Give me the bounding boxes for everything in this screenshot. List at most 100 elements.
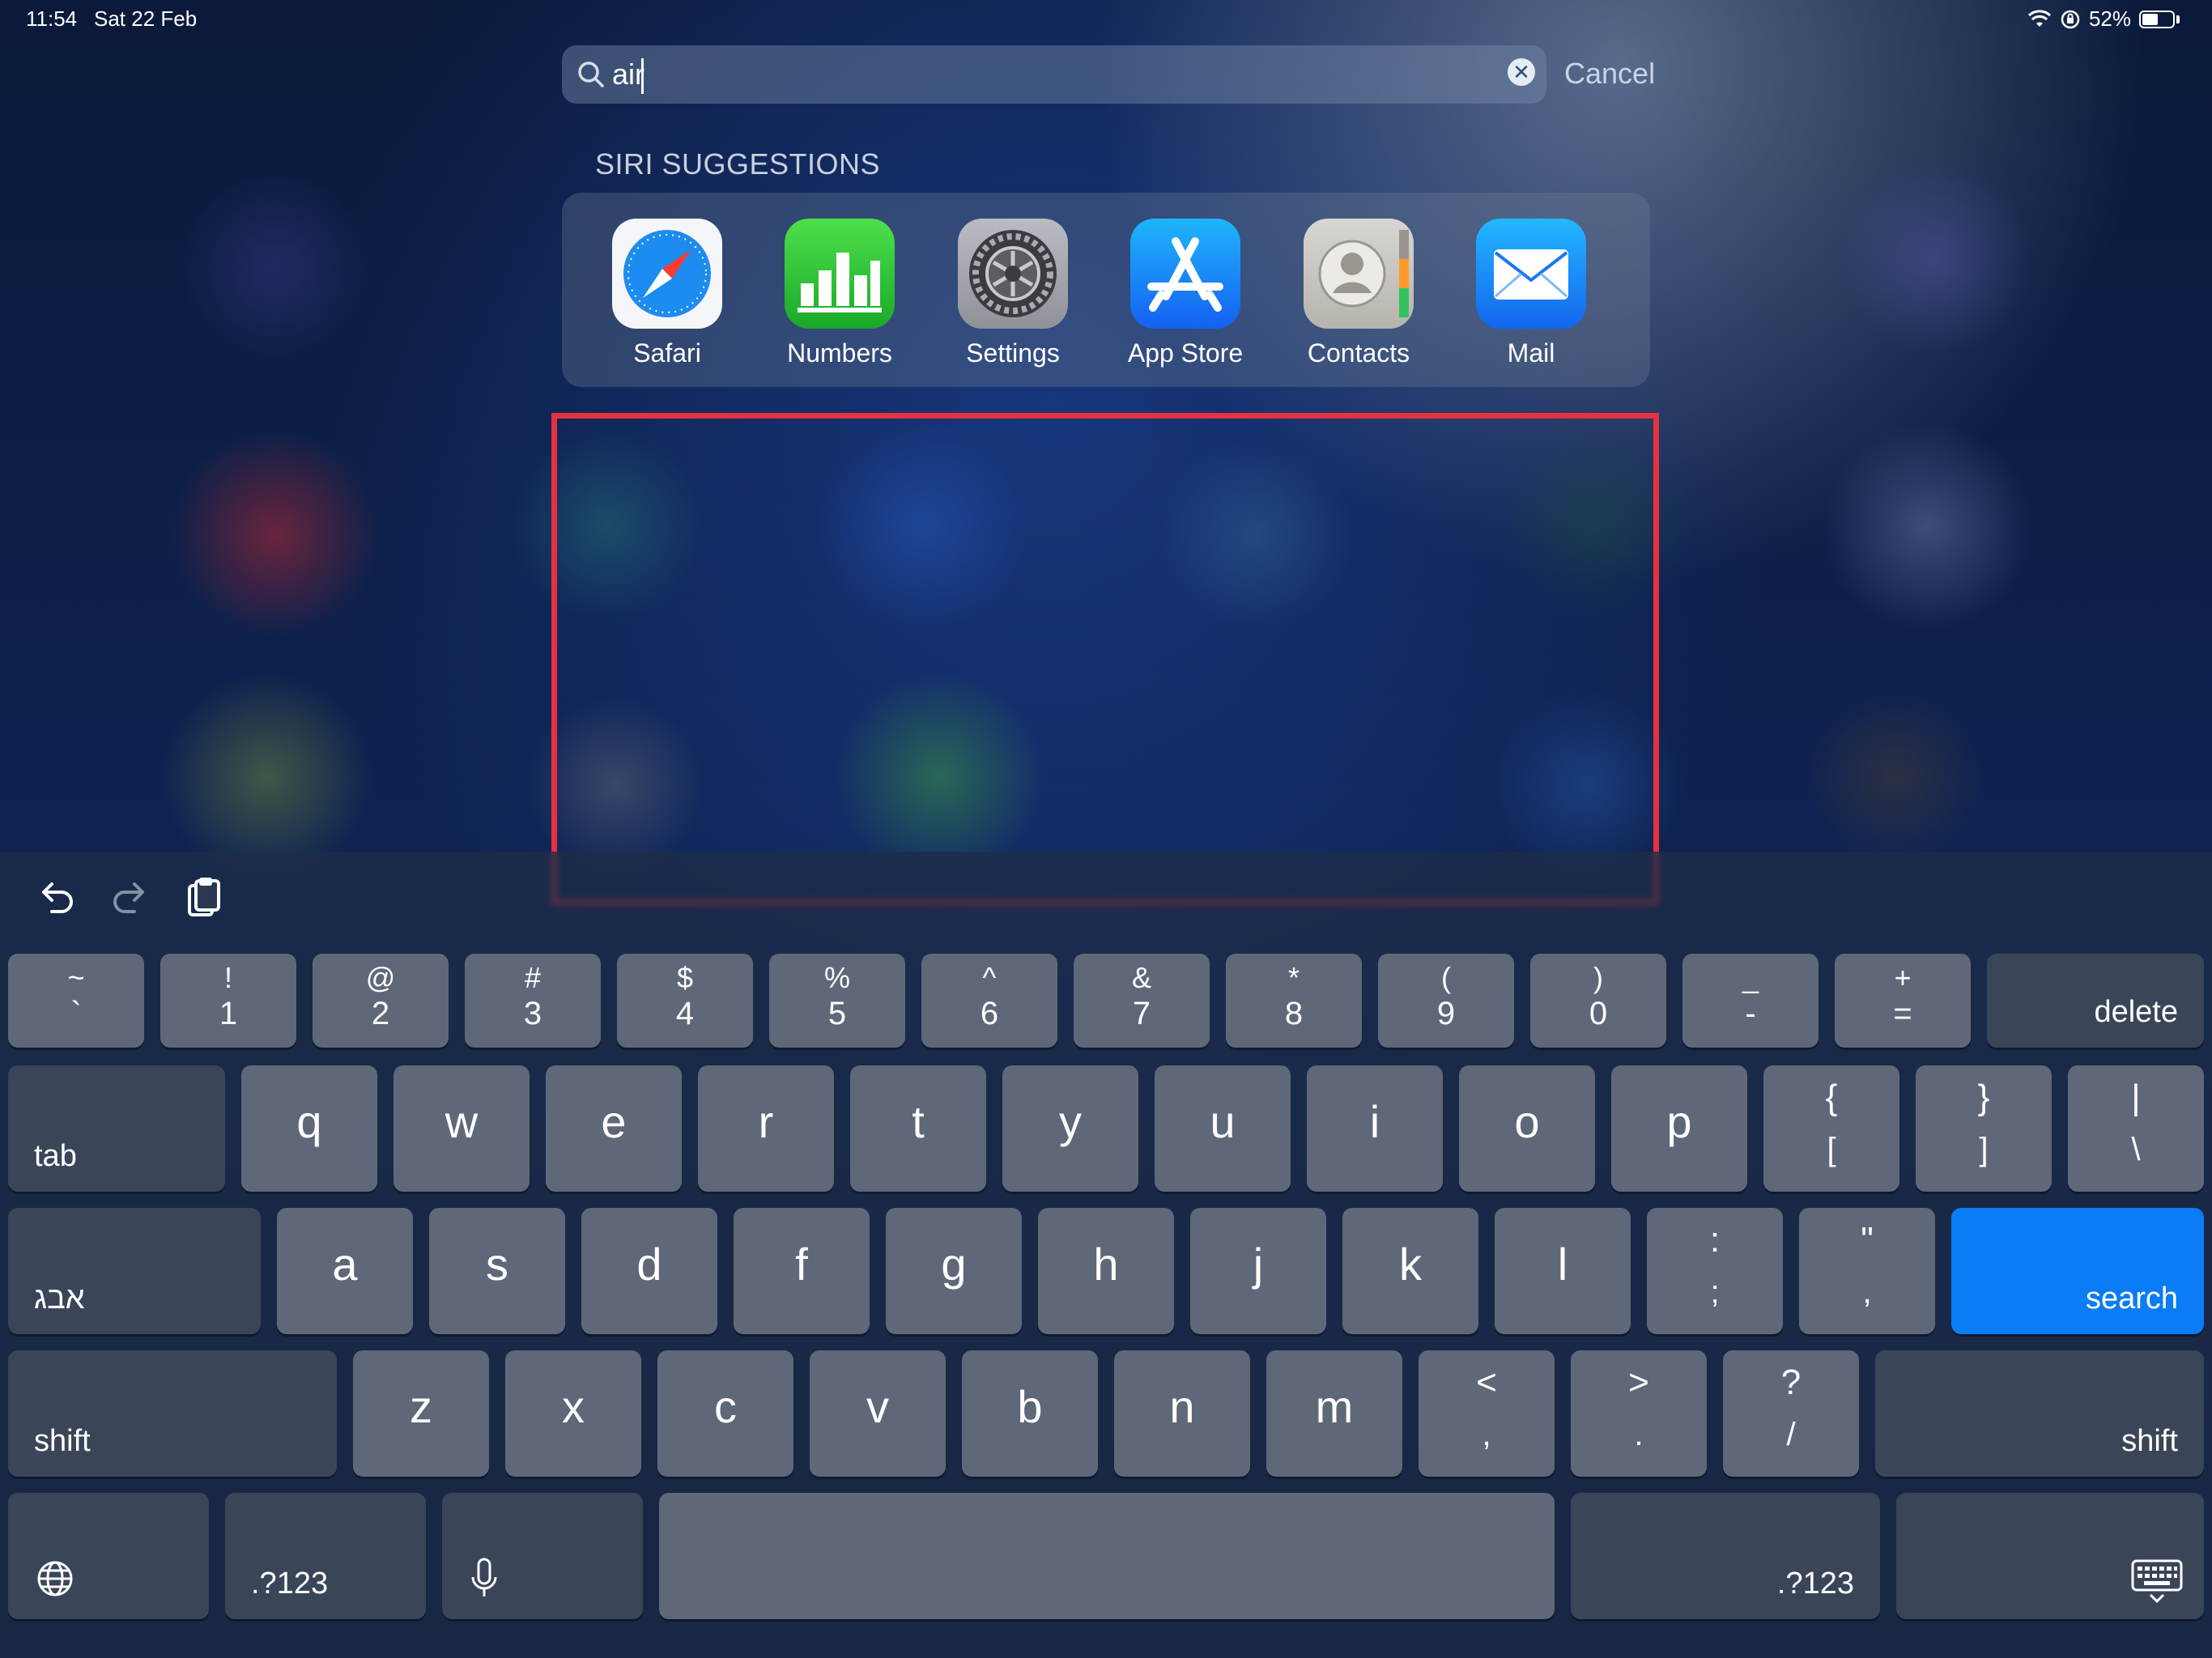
cancel-button[interactable]: Cancel xyxy=(1564,57,1655,91)
dismiss-keyboard-key[interactable] xyxy=(1896,1493,2204,1619)
key-q[interactable]: q xyxy=(241,1065,377,1192)
key-a[interactable]: a xyxy=(277,1208,413,1334)
key-t[interactable]: t xyxy=(850,1065,986,1192)
key-c[interactable]: c xyxy=(657,1350,793,1477)
key-char: h xyxy=(1093,1239,1119,1290)
app-safari[interactable]: Safari xyxy=(586,219,748,368)
key-4[interactable]: $4 xyxy=(617,954,753,1048)
status-time: 11:54 xyxy=(26,6,78,31)
numbers-key-right[interactable]: .?123 xyxy=(1571,1493,1880,1619)
search-key-label: search xyxy=(2085,1282,2178,1316)
search-icon xyxy=(578,62,604,87)
app-mail[interactable]: Mail xyxy=(1450,219,1612,368)
left-shift-key[interactable]: shift xyxy=(8,1350,337,1477)
key-comma[interactable]: <, xyxy=(1419,1350,1555,1477)
wifi-icon xyxy=(2027,9,2051,27)
key-bottom-char: 0 xyxy=(1589,996,1608,1031)
key-5[interactable]: % 5 xyxy=(769,954,905,1048)
key-6[interactable]: ^ 6 xyxy=(921,954,1057,1048)
key-n[interactable]: n xyxy=(1114,1350,1250,1477)
undo-icon[interactable] xyxy=(34,874,79,920)
key-right-bracket[interactable]: }] xyxy=(1916,1065,2052,1192)
search-key[interactable]: search xyxy=(1951,1208,2204,1334)
app-label-mail: Mail xyxy=(1507,338,1555,368)
key-top-char: ( xyxy=(1441,961,1451,994)
key-b[interactable]: b xyxy=(962,1350,1098,1477)
numbers-key-left[interactable]: .?123 xyxy=(225,1493,426,1619)
app-app-store[interactable]: App Store xyxy=(1104,219,1266,368)
key-8[interactable]: * 8 xyxy=(1226,954,1362,1048)
app-settings[interactable]: Settings xyxy=(932,219,1094,368)
key-tilde[interactable]: ~ ` xyxy=(8,954,144,1048)
key-bottom-char: . xyxy=(1634,1417,1644,1452)
tab-key[interactable]: tab xyxy=(8,1065,225,1192)
key-top-char: : xyxy=(1709,1220,1721,1260)
key-p[interactable]: p xyxy=(1611,1065,1747,1192)
key-d[interactable]: d xyxy=(581,1208,717,1334)
clear-search-button[interactable]: ✕ xyxy=(1508,58,1535,86)
key-x[interactable]: x xyxy=(505,1350,641,1477)
key-char: p xyxy=(1666,1096,1692,1147)
key-w[interactable]: w xyxy=(393,1065,530,1192)
key-bottom-char: 6 xyxy=(980,996,999,1031)
key-minus[interactable]: _ - xyxy=(1682,954,1819,1048)
search-input[interactable] xyxy=(612,52,1422,97)
key-i[interactable]: i xyxy=(1307,1065,1443,1192)
key-0[interactable]: ) 0 xyxy=(1530,954,1666,1048)
key-o[interactable]: o xyxy=(1459,1065,1595,1192)
key-g[interactable]: g xyxy=(886,1208,1022,1334)
key-bottom-char: / xyxy=(1786,1417,1796,1452)
app-numbers[interactable]: Numbers xyxy=(759,219,921,368)
key-top-char: + xyxy=(1894,961,1912,994)
key-e[interactable]: e xyxy=(546,1065,682,1192)
safari-icon xyxy=(612,219,722,329)
key-u[interactable]: u xyxy=(1155,1065,1291,1192)
key-quote[interactable]: ", xyxy=(1799,1208,1935,1334)
key-m[interactable]: m xyxy=(1266,1350,1402,1477)
dictation-key[interactable] xyxy=(442,1493,643,1619)
key-backslash[interactable]: | \ xyxy=(2068,1065,2204,1192)
right-shift-key[interactable]: shift xyxy=(1875,1350,2204,1477)
key-v[interactable]: v xyxy=(810,1350,946,1477)
key-char: v xyxy=(866,1381,889,1432)
key-r[interactable]: r xyxy=(698,1065,834,1192)
key-char: c xyxy=(714,1381,737,1432)
delete-key[interactable]: delete xyxy=(1987,954,2204,1048)
language-key[interactable]: אבג xyxy=(8,1208,261,1334)
key-top-char: ! xyxy=(223,961,232,994)
key-k[interactable]: k xyxy=(1342,1208,1478,1334)
key-j[interactable]: j xyxy=(1190,1208,1326,1334)
key-1[interactable]: ! 1 xyxy=(160,954,296,1048)
key-semicolon[interactable]: :; xyxy=(1647,1208,1783,1334)
space-bar[interactable] xyxy=(659,1493,1555,1619)
app-contacts[interactable]: Contacts xyxy=(1278,219,1440,368)
keyboard-dismiss-icon xyxy=(2131,1559,2183,1604)
key-3[interactable]: #3 xyxy=(465,954,601,1048)
key-s[interactable]: s xyxy=(429,1208,565,1334)
battery-nub xyxy=(2176,15,2180,23)
key-slash[interactable]: ? / xyxy=(1723,1350,1859,1477)
key-7[interactable]: & 7 xyxy=(1074,954,1210,1048)
key-z[interactable]: z xyxy=(353,1350,489,1477)
key-period[interactable]: >. xyxy=(1571,1350,1707,1477)
key-char: x xyxy=(562,1381,585,1432)
redo-icon[interactable] xyxy=(107,874,152,920)
globe-key[interactable] xyxy=(8,1493,209,1619)
key-9[interactable]: (9 xyxy=(1378,954,1514,1048)
key-2[interactable]: @2 xyxy=(313,954,449,1048)
key-y[interactable]: y xyxy=(1002,1065,1138,1192)
search-bar[interactable] xyxy=(562,45,1546,104)
paste-icon[interactable] xyxy=(180,874,225,920)
key-h[interactable]: h xyxy=(1038,1208,1174,1334)
key-l[interactable]: l xyxy=(1495,1208,1631,1334)
status-date: Sat 22 Feb xyxy=(94,6,198,31)
shift-label: shift xyxy=(34,1424,91,1458)
key-top-char: } xyxy=(1977,1078,1990,1117)
key-left-bracket[interactable]: {[ xyxy=(1763,1065,1899,1192)
key-equals[interactable]: + = xyxy=(1835,954,1971,1048)
battery-icon xyxy=(2139,10,2175,28)
key-top-char: " xyxy=(1861,1220,1874,1260)
key-bottom-char: 7 xyxy=(1132,996,1151,1031)
status-indicators: 52% xyxy=(2027,6,2180,32)
key-f[interactable]: f xyxy=(734,1208,870,1334)
